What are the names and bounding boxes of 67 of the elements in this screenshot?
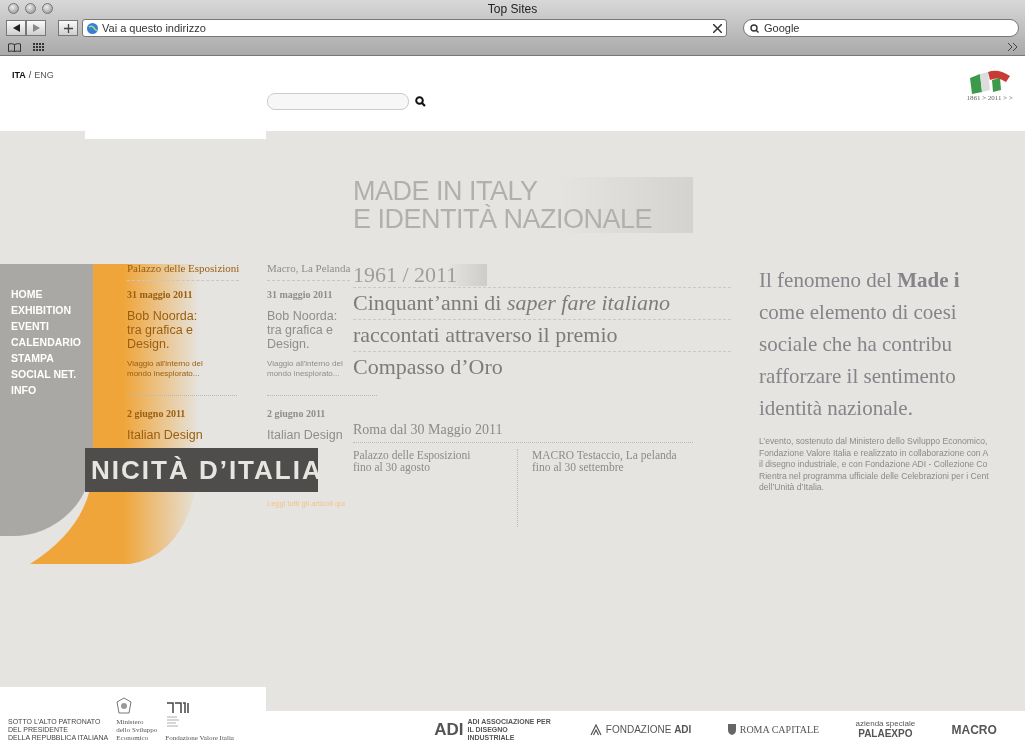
sponsor-logo-text: MACRO xyxy=(951,723,997,736)
grid-icon[interactable] xyxy=(33,42,45,52)
chevrons-icon[interactable] xyxy=(1008,43,1017,51)
forward-button[interactable] xyxy=(26,20,46,36)
sponsor-logo-text: PALAEXPO xyxy=(858,729,913,739)
flags-drawing xyxy=(967,68,1012,94)
language-link[interactable]: ITA xyxy=(12,70,26,80)
add-bookmark-button[interactable] xyxy=(58,20,78,36)
sponsor-subtitle: azienda speciale xyxy=(855,720,916,728)
nav-item[interactable]: SOCIAL NET. xyxy=(0,368,93,381)
intro-line: rafforzare il sentimento xyxy=(759,363,957,390)
right-triangle-icon xyxy=(32,24,40,32)
sponsor-logo-text: ADI xyxy=(434,721,464,738)
feature-line: raccontati attraverso il premio xyxy=(353,319,731,350)
date-range: Roma dal 30 Maggio 2011 xyxy=(353,422,504,438)
feature-line: Compasso d’Oro xyxy=(353,351,731,382)
nav-item[interactable]: EXHIBITION xyxy=(0,304,93,317)
nav-item[interactable]: INFO xyxy=(0,384,93,397)
address-field[interactable]: Vai a questo indirizzo xyxy=(82,19,727,37)
venue-name: MACRO Testaccio, La pelanda xyxy=(532,449,678,461)
years-heading: 1961 / 2011 xyxy=(353,264,488,286)
left-triangle-icon xyxy=(12,24,20,32)
intro-line: Il fenomeno del Made i xyxy=(759,267,961,294)
banner: NICITÀ D’ITALIA xyxy=(85,448,318,492)
nav-item[interactable]: STAMPA xyxy=(0,352,93,365)
event-summary: Viaggio all'interno del mondo inesplorato... xyxy=(127,359,204,379)
venue-until: fino al 30 settembre xyxy=(532,461,625,473)
search-icon[interactable] xyxy=(415,96,426,107)
language-link[interactable]: ENG xyxy=(34,70,54,80)
zoom-button[interactable] xyxy=(42,3,53,14)
shield-icon xyxy=(727,724,736,735)
emblem-icon xyxy=(116,697,133,715)
browser-search-field[interactable]: Google xyxy=(743,19,1019,37)
sponsor-logo-text: ROMA CAPITALE xyxy=(739,724,820,735)
intro-line: identità nazionale. xyxy=(759,395,914,422)
nav-item[interactable]: EVENTI xyxy=(0,320,93,333)
event-date: 31 maggio 2011 xyxy=(267,289,334,300)
nav-item[interactable]: HOME xyxy=(0,288,93,301)
clear-icon[interactable] xyxy=(713,23,722,33)
close-button[interactable] xyxy=(8,3,19,14)
intro-line: come elemento di coesi xyxy=(759,299,958,326)
event-title[interactable]: Italian Design xyxy=(267,428,349,442)
venue-heading: Palazzo delle Esposizioni xyxy=(127,262,240,281)
language-separator: / xyxy=(28,70,32,80)
event-title[interactable]: Bob Noorda: tra grafica e Design. xyxy=(127,309,209,351)
nav-item[interactable]: CALENDARIO xyxy=(0,336,93,349)
plus-icon xyxy=(63,23,73,33)
sponsor-logo-text: FONDAZIONE ADI xyxy=(605,724,692,735)
event-title[interactable]: Bob Noorda: tra grafica e Design. xyxy=(267,309,349,351)
search-icon xyxy=(750,23,761,33)
triangle-icon xyxy=(589,723,602,736)
window-title: Top Sites xyxy=(487,1,538,16)
feature-line: Cinquant’anni di saper fare italiano xyxy=(353,287,731,318)
event-title[interactable]: Italian Design xyxy=(127,428,209,442)
event-date: 2 giugno 2011 xyxy=(267,408,327,419)
event-summary: Viaggio all'interno del mondo inesplorato... xyxy=(267,359,344,379)
globe-icon xyxy=(87,22,98,34)
venue-heading: Macro, La Pelanda xyxy=(267,262,351,281)
minimize-button[interactable] xyxy=(25,3,36,14)
book-icon[interactable] xyxy=(8,42,21,52)
back-button[interactable] xyxy=(6,20,26,36)
intro-line: sociale che ha contribu xyxy=(759,331,953,358)
venue-until: fino al 30 agosto xyxy=(353,461,430,473)
event-date: 31 maggio 2011 xyxy=(127,289,194,300)
venue-name: Palazzo delle Esposizioni xyxy=(353,449,472,461)
search-field[interactable] xyxy=(267,93,409,110)
event-date: 2 giugno 2011 xyxy=(127,408,187,419)
